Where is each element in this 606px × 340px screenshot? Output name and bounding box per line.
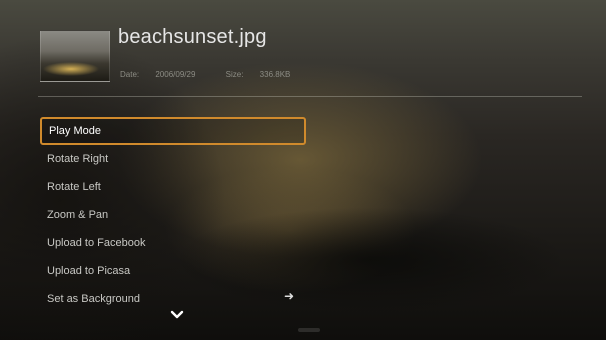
file-meta: Date: 2006/09/29 Size: 336.8KB — [120, 70, 318, 79]
options-menu: Play Mode Rotate Right Rotate Left Zoom … — [40, 117, 306, 313]
size-info: Size: 336.8KB — [226, 70, 305, 79]
date-value: 2006/09/29 — [155, 70, 196, 79]
scroll-indicator — [298, 328, 320, 332]
menu-item-rotate-left[interactable]: Rotate Left — [40, 173, 306, 201]
menu-item-play-mode[interactable]: Play Mode — [40, 117, 306, 145]
menu-item-upload-facebook[interactable]: Upload to Facebook — [40, 229, 306, 257]
menu-item-upload-picasa[interactable]: Upload to Picasa — [40, 257, 306, 285]
menu-item-zoom-pan[interactable]: Zoom & Pan — [40, 201, 306, 229]
date-info: Date: 2006/09/29 — [120, 70, 212, 79]
photo-thumbnail — [40, 30, 110, 82]
menu-item-rotate-right[interactable]: Rotate Right — [40, 145, 306, 173]
size-value: 336.8KB — [259, 70, 291, 79]
photo-options-screen: beachsunset.jpg Date: 2006/09/29 Size: 3… — [0, 0, 606, 340]
size-label: Size: — [225, 70, 244, 79]
chevron-down-icon[interactable] — [170, 308, 184, 322]
arrow-right-icon: ➜ — [284, 289, 295, 303]
file-name: beachsunset.jpg — [118, 26, 267, 48]
date-label: Date: — [120, 70, 140, 79]
header-divider — [38, 96, 582, 97]
